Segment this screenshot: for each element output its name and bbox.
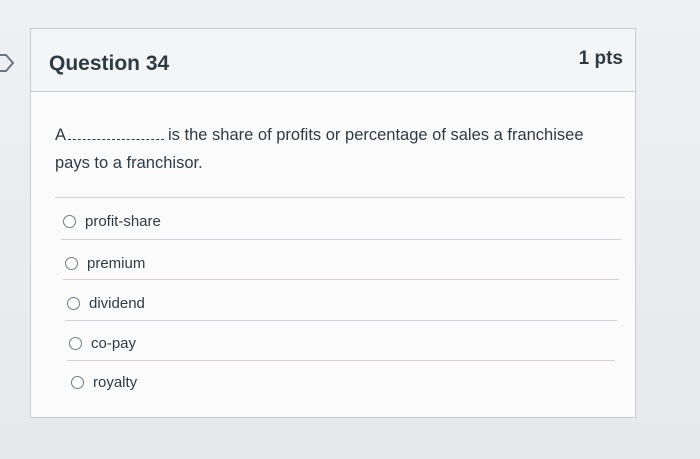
answer-option-premium[interactable]: premium [65,243,617,283]
answer-label[interactable]: dividend [89,295,145,312]
answer-option-profit-share[interactable]: profit-share [63,201,615,241]
divider [65,320,617,321]
divider [61,239,621,240]
answer-label[interactable]: premium [87,255,145,272]
radio-button[interactable] [65,256,78,270]
radio-button[interactable] [67,296,80,310]
answer-label[interactable]: profit-share [85,213,161,230]
answer-label[interactable]: co-pay [91,335,136,352]
question-card: Question 34 1 pts Ais the share of profi… [30,28,636,418]
answer-option-dividend[interactable]: dividend [67,283,619,323]
quiz-page: Question 34 1 pts Ais the share of profi… [0,0,700,459]
radio-button[interactable] [71,375,84,389]
arrow-right-icon[interactable] [0,52,16,74]
radio-button[interactable] [63,214,76,228]
divider [67,360,615,361]
divider [63,279,619,280]
answer-list: profit-share premium dividend co-pay roy… [31,29,635,417]
answer-option-co-pay[interactable]: co-pay [69,323,621,363]
answer-label[interactable]: royalty [93,374,137,391]
radio-button[interactable] [69,336,82,350]
answer-option-royalty[interactable]: royalty [71,362,623,402]
